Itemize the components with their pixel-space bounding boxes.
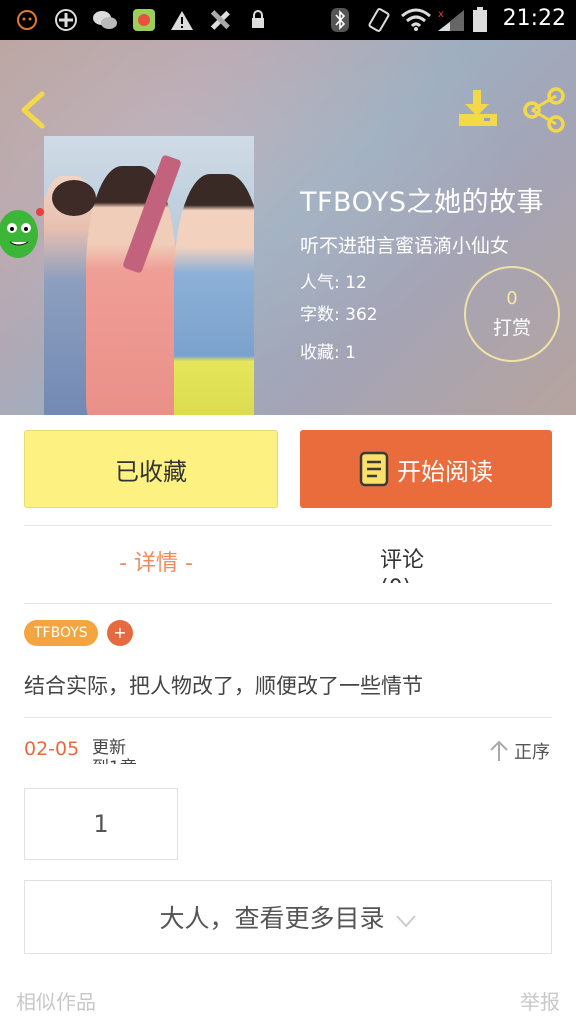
book-author[interactable]: 听不进甜言蜜语滴小仙女 — [300, 231, 544, 258]
tag-tfboys[interactable]: TFBOYS — [24, 620, 98, 646]
download-icon — [459, 90, 497, 126]
start-reading-label: 开始阅读 — [397, 457, 493, 486]
update-label: 更新到1章 — [92, 738, 137, 764]
tip-button[interactable]: 0 打赏 — [464, 266, 560, 362]
signal-icon: x — [436, 8, 466, 32]
book-cover-image[interactable] — [44, 136, 254, 415]
book-title: TFBOYS之她的故事 — [300, 187, 544, 218]
view-more-catalog-button[interactable]: 大人，查看更多目录 — [24, 880, 552, 954]
app-store-icon — [132, 8, 156, 32]
collected-label: 已收藏 — [115, 457, 187, 486]
battery-icon — [472, 7, 488, 32]
share-button[interactable] — [520, 86, 568, 134]
sort-order-button[interactable]: 正序 — [488, 738, 550, 764]
book-header: TFBOYS之她的故事 听不进甜言蜜语滴小仙女 — [0, 40, 576, 415]
vibrate-icon — [366, 8, 392, 32]
plus-circle-icon — [54, 8, 78, 32]
tip-label: 打赏 — [492, 317, 531, 339]
app-notification-icon — [16, 8, 38, 32]
similar-works-heading: 相似作品 — [16, 990, 96, 1014]
download-button[interactable] — [456, 88, 500, 132]
view-more-label: 大人，查看更多目录 — [159, 904, 385, 933]
status-bar: x 21:22 — [0, 0, 576, 40]
lock-icon — [250, 8, 266, 32]
update-date: 02-05 — [24, 738, 80, 760]
tools-icon — [208, 8, 232, 32]
chapter-number: 1 — [93, 810, 109, 838]
share-icon — [523, 87, 565, 133]
favorites-stat: 收藏: 1 — [300, 343, 356, 363]
chapter-item[interactable]: 1 — [24, 788, 178, 860]
back-button[interactable] — [14, 88, 50, 132]
bluetooth-icon — [330, 8, 350, 32]
cartoon-sticker — [0, 198, 46, 262]
tab-detail[interactable]: - 详情 - — [24, 545, 288, 577]
status-time: 21:22 — [502, 6, 566, 31]
add-tag-button[interactable]: + — [107, 620, 133, 646]
wechat-icon — [92, 8, 118, 32]
collected-button[interactable]: 已收藏 — [24, 430, 278, 508]
sort-order-label: 正序 — [514, 742, 550, 763]
book-info: TFBOYS之她的故事 听不进甜言蜜语滴小仙女 — [300, 180, 544, 258]
report-button[interactable]: 举报 — [520, 986, 560, 1015]
divider — [24, 603, 552, 604]
divider — [24, 717, 552, 718]
start-reading-button[interactable]: 开始阅读 — [300, 430, 552, 508]
divider — [24, 525, 552, 526]
popularity-stat: 人气: 12 — [300, 273, 367, 293]
chevron-down-icon — [395, 915, 416, 928]
warning-icon — [170, 8, 194, 32]
book-summary: 结合实际，把人物改了，顺便改了一些情节 — [24, 674, 423, 698]
arrow-up-icon — [490, 740, 508, 761]
word-count-stat: 字数: 362 — [300, 305, 378, 325]
tip-count: 0 — [506, 288, 518, 309]
chevron-left-icon — [21, 91, 45, 129]
tab-comment[interactable]: 评论(0) — [380, 547, 450, 583]
wifi-icon — [400, 8, 432, 32]
svg-text:x: x — [438, 9, 444, 20]
book-icon — [359, 451, 389, 487]
